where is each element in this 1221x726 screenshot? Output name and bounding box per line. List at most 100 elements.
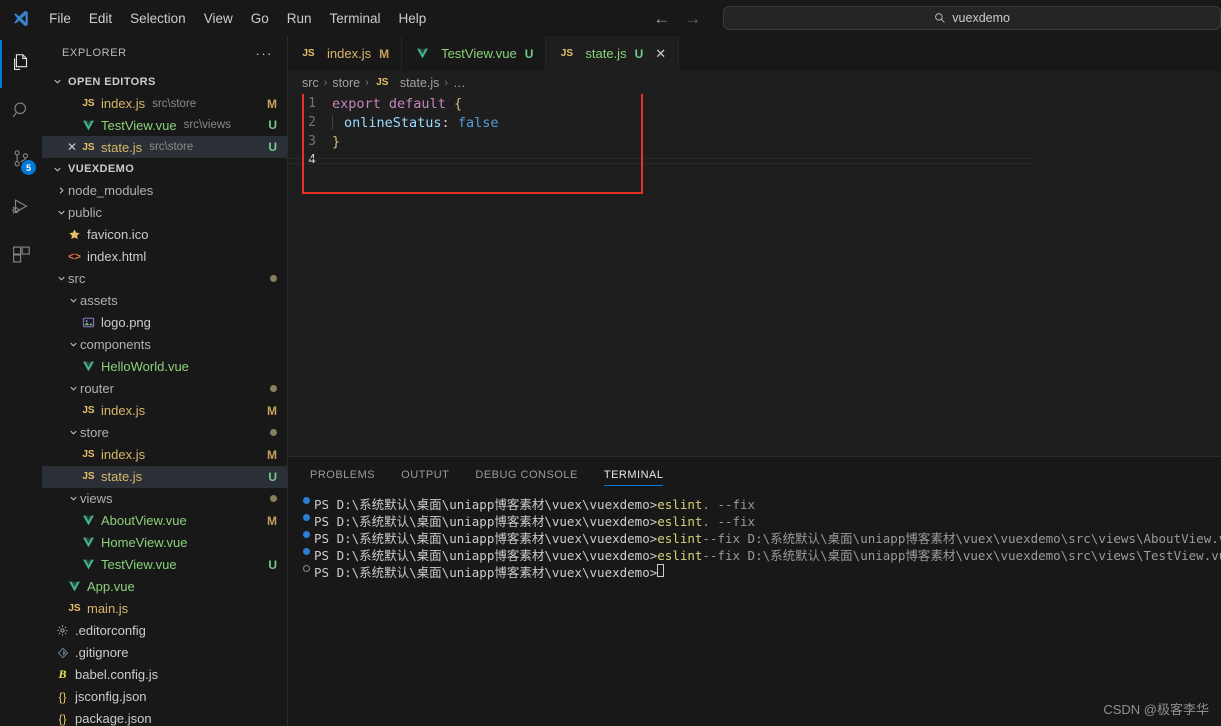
close-icon[interactable]: ✕ [64,140,80,154]
tab-state-js[interactable]: JS state.js U ✕ [546,36,680,71]
terminal-output[interactable]: PS D:\系统默认\桌面\uniapp博客素材\vuex\vuexdemo> … [288,492,1221,726]
tree-file-state-js[interactable]: JS state.js U [42,465,287,488]
tree-file-aboutview-vue[interactable]: AboutView.vue M [42,510,287,532]
code-text: export default { [332,95,463,112]
chevron-down-icon [66,339,80,350]
tree-file--editorconfig[interactable]: .editorconfig [42,620,287,642]
open-editor-state-js[interactable]: ✕ JS state.js src\store U [42,136,287,159]
tree-folder-store[interactable]: store [42,422,287,444]
vue-file-icon [66,580,83,593]
tree-file-homeview-vue[interactable]: HomeView.vue [42,532,287,554]
tree-folder-label: assets [80,293,118,309]
tab-git-badge: M [379,46,390,61]
tree-file--gitignore[interactable]: .gitignore [42,642,287,664]
terminal-prompt: PS D:\系统默认\桌面\uniapp博客素材\vuex\vuexdemo> [314,548,658,563]
tree-file-index-js[interactable]: JS index.js M [42,400,287,422]
tree-file-label: logo.png [101,315,151,331]
menu-run[interactable]: Run [278,8,321,29]
extensions-icon [11,244,32,268]
tabs-empty-space [679,36,1221,71]
line-number: 3 [308,134,316,149]
open-editor-index-js[interactable]: JS index.js src\store M [42,93,287,115]
tree-file-index-html[interactable]: <> index.html [42,246,287,268]
activity-source-control[interactable]: 5 [0,136,42,184]
tab-testview-vue[interactable]: TestView.vue U [402,36,547,71]
breadcrumb-symbol[interactable]: … [453,76,466,90]
tree-file-testview-vue[interactable]: TestView.vue U [42,554,287,576]
folder-change-dot [270,495,277,503]
forward-arrow-icon[interactable]: → [684,10,701,27]
tree-file-main-js[interactable]: JS main.js [42,598,287,620]
tree-folder-src[interactable]: src [42,268,287,290]
tree-file-package-json[interactable]: {} package.json [42,708,287,726]
folder-change-dot [270,385,277,393]
line-number: 2 [308,115,316,130]
tree-file-label: index.js [101,447,146,463]
search-icon [11,100,32,124]
activity-extensions[interactable] [0,232,42,280]
git-status-badge: M [267,447,277,462]
open-editor-dir: src\store [149,141,194,154]
tree-file-logo-png[interactable]: logo.png [42,312,287,334]
bottom-panel: PROBLEMS OUTPUT DEBUG CONSOLE TERMINAL P… [288,456,1221,726]
code-lines: 1 export default {2 onlineStatus: false 3} 4 [288,94,1221,170]
tree-file-label: state.js [101,469,143,485]
tree-folder-label: node_modules [68,183,154,199]
back-arrow-icon[interactable]: ← [653,10,670,27]
breadcrumb-src[interactable]: src [302,76,319,90]
tree-folder-components[interactable]: components [42,334,287,356]
tab-terminal[interactable]: TERMINAL [603,457,664,492]
menu-go[interactable]: Go [242,8,278,29]
tab-output[interactable]: OUTPUT [401,457,449,492]
close-icon[interactable]: ✕ [655,46,666,62]
terminal-status-dot [298,530,314,538]
menu-view[interactable]: View [195,8,242,29]
menu-help[interactable]: Help [390,8,436,29]
explorer-more-actions-icon[interactable]: ··· [256,46,274,61]
tab-label: TestView.vue [441,46,517,61]
source-control-badge: 5 [21,160,36,175]
tab-index-js[interactable]: JS index.js M [288,36,403,71]
tree-folder-views[interactable]: views [42,488,287,510]
js-file-icon: JS [82,98,95,110]
project-header[interactable]: VUEXDEMO [42,158,287,180]
tree-file-app-vue[interactable]: App.vue [42,576,287,598]
tab-debug-console[interactable]: DEBUG CONSOLE [475,457,577,492]
terminal-status-dot [298,496,314,504]
tree-folder-assets[interactable]: assets [42,290,287,312]
tree-file-label: .gitignore [75,645,129,661]
open-editor-name: index.js [101,96,146,112]
open-editors-header[interactable]: OPEN EDITORS [42,71,287,93]
menu-edit[interactable]: Edit [80,8,121,29]
tab-problems[interactable]: PROBLEMS [310,457,375,492]
tree-file-helloworld-vue[interactable]: HelloWorld.vue [42,356,287,378]
code-line: 2 onlineStatus: false [288,113,1221,132]
tree-file-label: AboutView.vue [101,513,187,529]
breadcrumb-file[interactable]: state.js [400,76,440,90]
tree-file-label: App.vue [87,579,135,595]
activity-search[interactable] [0,88,42,136]
tree-folder-router[interactable]: router [42,378,287,400]
code-text: onlineStatus: false [332,114,498,131]
tree-folder-label: store [80,425,109,441]
menu-terminal[interactable]: Terminal [321,8,390,29]
menu-selection[interactable]: Selection [121,8,195,29]
activity-run-debug[interactable] [0,184,42,232]
babel-file-icon: B [58,667,67,682]
git-status-badge: U [268,469,277,484]
command-center-search[interactable]: vuexdemo [723,6,1221,30]
chevron-down-icon [66,383,80,394]
tree-file-favicon-ico[interactable]: favicon.ico [42,224,287,246]
menu-file[interactable]: File [40,8,80,29]
tree-folder-public[interactable]: public [42,202,287,224]
tree-folder-node-modules[interactable]: node_modules [42,180,287,202]
activity-explorer[interactable] [0,40,42,88]
run-debug-icon [10,196,32,221]
breadcrumb-store[interactable]: store [332,76,360,90]
tree-file-jsconfig-json[interactable]: {} jsconfig.json [42,686,287,708]
open-editor-dir: src\store [152,97,197,110]
tree-file-babel-config-js[interactable]: Bbabel.config.js [42,664,287,686]
code-editor[interactable]: 1 export default {2 onlineStatus: false 3} 4 [288,94,1221,456]
open-editor-testview-vue[interactable]: TestView.vue src\views U [42,114,287,136]
tree-file-index-js[interactable]: JS index.js M [42,444,287,466]
